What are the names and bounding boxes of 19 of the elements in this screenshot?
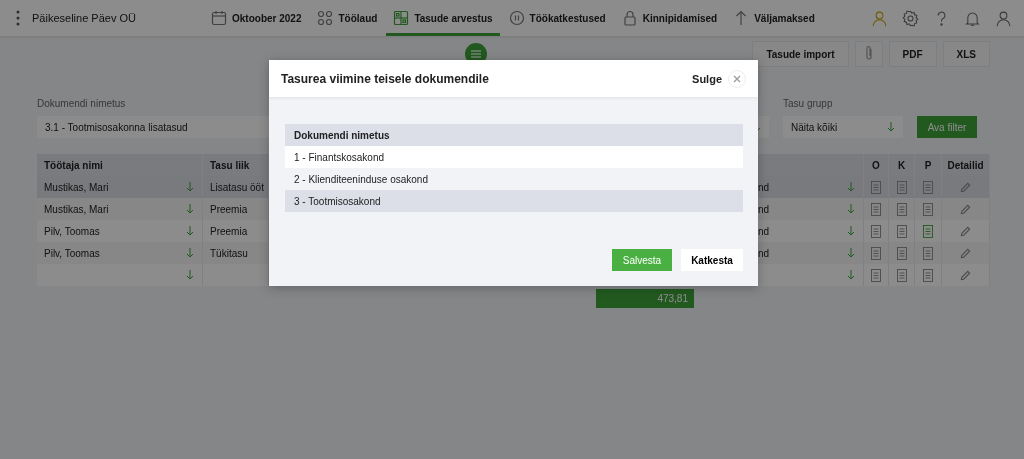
employee-name: Pilv, Toomas (44, 247, 100, 259)
pay-type: Tükitasu (210, 247, 248, 259)
table-cell: nd (758, 181, 770, 193)
close-label: Sulge (692, 72, 722, 85)
pay-type: Preemia (210, 203, 248, 215)
pay-type: Preemia (210, 225, 248, 237)
table-cell: nd (758, 225, 770, 237)
employee-name: Pilv, Toomas (44, 225, 100, 237)
table-cell: nd (758, 247, 770, 259)
company-name: Päikeseline Päev OÜ (32, 12, 137, 24)
list-header: Dokumendi nimetus (285, 124, 743, 146)
field-label: Tasu grupp (783, 98, 834, 110)
total-amount: 473,81 (596, 289, 694, 308)
employee-name: Mustikas, Mari (44, 181, 109, 193)
pay-type: Lisatasu ööt (210, 181, 264, 193)
dialog-title: Tasurea viimine teisele dokumendile (281, 71, 489, 86)
field-label: Dokumendi nimetus (37, 98, 127, 110)
employee-name: Mustikas, Mari (44, 203, 109, 215)
table-cell: nd (758, 203, 770, 215)
